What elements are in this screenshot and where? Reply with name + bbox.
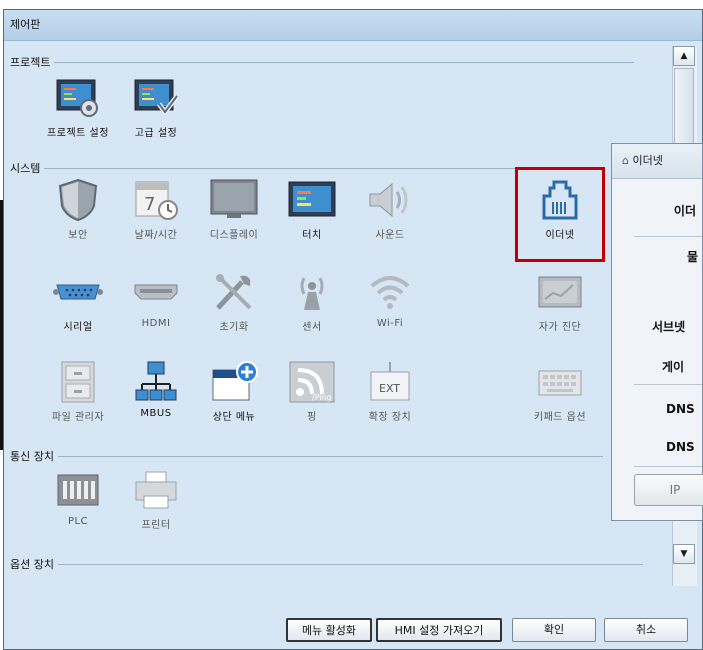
speaker-icon	[362, 178, 418, 222]
item-label: 핑	[307, 412, 317, 423]
item-label: 터치	[302, 230, 322, 241]
ethernet-dialog-title: 이더넷	[632, 154, 663, 167]
ext-device-icon: EXT	[362, 360, 418, 404]
item-top-menu[interactable]: 상단 메뉴	[198, 360, 270, 423]
popup-row-3: 게이	[662, 360, 685, 374]
item-label: 키패드 옵션	[533, 412, 587, 423]
item-label: 프린터	[141, 520, 171, 531]
item-ping[interactable]: /Ping 핑	[276, 360, 348, 423]
item-label: MBUS	[140, 408, 172, 419]
item-label: PLC	[67, 516, 89, 527]
monitor-icon	[206, 178, 262, 222]
diagnostics-icon	[532, 270, 588, 314]
tools-icon	[206, 270, 262, 314]
section-options-label: 옵션 장치	[10, 558, 54, 571]
ethernet-port-icon	[532, 178, 588, 222]
section-system: 시스템	[10, 160, 605, 176]
popup-row-4: DNS	[666, 402, 695, 416]
ok-button[interactable]: 확인	[512, 618, 596, 642]
item-label: 자가 진단	[538, 322, 582, 333]
scroll-down-icon[interactable]: ▼	[673, 544, 695, 564]
item-label: 초기화	[219, 322, 249, 333]
item-label: Wi-Fi	[376, 318, 404, 329]
item-display[interactable]: 디스플레이	[198, 178, 270, 241]
item-label: 디스플레이	[209, 230, 259, 241]
item-label: 사운드	[375, 230, 405, 241]
item-label: 고급 설정	[134, 128, 178, 139]
item-mbus[interactable]: MBUS	[120, 360, 192, 419]
touch-screen-icon	[284, 178, 340, 222]
item-self-diagnosis[interactable]: 자가 진단	[524, 270, 596, 333]
hdmi-icon	[128, 270, 184, 314]
enable-menu-button[interactable]: 메뉴 활성화	[286, 618, 372, 642]
section-comm-label: 통신 장치	[10, 450, 54, 463]
section-system-label: 시스템	[10, 162, 41, 175]
item-file-manager[interactable]: 파일 관리자	[42, 360, 114, 423]
project-settings-icon	[50, 76, 106, 120]
item-sensor[interactable]: 센서	[276, 270, 348, 333]
popup-row-1: 물	[686, 250, 698, 264]
item-plc[interactable]: PLC	[42, 468, 114, 527]
printer-icon	[128, 468, 184, 512]
item-reset[interactable]: 초기화	[198, 270, 270, 333]
scroll-up-icon[interactable]: ▲	[673, 46, 695, 66]
item-touch[interactable]: 터치	[276, 178, 348, 241]
item-label: 센서	[302, 322, 322, 333]
svg-text:7: 7	[144, 194, 155, 215]
item-label: 프로젝트 설정	[47, 128, 109, 139]
calendar-clock-icon: 7	[128, 178, 184, 222]
wifi-icon	[362, 270, 418, 314]
advanced-settings-icon	[128, 76, 184, 120]
item-wifi[interactable]: Wi-Fi	[354, 270, 426, 329]
popup-row-2: 서브넷	[652, 320, 686, 334]
shield-icon	[50, 178, 106, 222]
item-label: 확장 장치	[368, 412, 412, 423]
item-label: 상단 메뉴	[212, 412, 256, 423]
window-title: 제어판	[10, 18, 41, 31]
keypad-icon	[532, 360, 588, 404]
item-security[interactable]: 보안	[42, 178, 114, 241]
item-label: 보안	[68, 230, 88, 241]
item-project-settings[interactable]: 프로젝트 설정	[42, 76, 114, 139]
add-menu-icon	[206, 360, 262, 404]
home-icon: ⌂	[622, 154, 629, 167]
import-hmi-settings-button[interactable]: HMI 설정 가져오기	[376, 618, 502, 642]
item-label: HDMI	[141, 318, 171, 329]
item-advanced-settings[interactable]: 고급 설정	[120, 76, 192, 139]
ping-badge-text: /Ping	[312, 393, 332, 402]
item-hdmi[interactable]: HDMI	[120, 270, 192, 329]
network-tree-icon	[128, 360, 184, 404]
item-label: 시리얼	[63, 322, 93, 333]
cancel-button[interactable]: 취소	[604, 618, 688, 642]
section-options: 옵션 장치	[10, 556, 643, 572]
item-label: 파일 관리자	[51, 412, 105, 423]
item-printer[interactable]: 프린터	[120, 468, 192, 531]
item-date-time[interactable]: 7 날짜/시간	[120, 178, 192, 241]
ping-icon: /Ping	[284, 360, 340, 404]
popup-row-5: DNS	[666, 440, 695, 454]
section-project-label: 프로젝트	[10, 56, 51, 69]
control-panel-window: 제어판 프로젝트 프로젝트 설정 고급 설정 시스템 보안 7 날짜/시간 디스…	[3, 9, 703, 650]
item-label: 이더넷	[545, 230, 575, 241]
item-extension[interactable]: EXT 확장 장치	[354, 360, 426, 423]
item-serial[interactable]: 시리얼	[42, 270, 114, 333]
item-ethernet[interactable]: 이더넷	[515, 167, 605, 262]
ethernet-dialog: ⌂ 이더넷 이더 물 서브넷 게이 DNS DNS IP	[611, 143, 703, 521]
serial-port-icon	[50, 270, 106, 314]
title-bar[interactable]: 제어판	[4, 10, 702, 41]
ext-badge-text: EXT	[379, 382, 400, 395]
section-comm: 통신 장치	[10, 448, 603, 464]
section-project: 프로젝트	[10, 54, 635, 70]
item-keypad-options[interactable]: 키패드 옵션	[524, 360, 596, 423]
popup-ip-button[interactable]: IP	[634, 474, 703, 506]
item-label: 날짜/시간	[134, 230, 178, 241]
sensor-icon	[284, 270, 340, 314]
file-cabinet-icon	[50, 360, 106, 404]
popup-row-0: 이더	[673, 204, 696, 218]
ethernet-dialog-header[interactable]: ⌂ 이더넷	[612, 144, 702, 179]
item-sound[interactable]: 사운드	[354, 178, 426, 241]
plc-icon	[50, 468, 106, 512]
